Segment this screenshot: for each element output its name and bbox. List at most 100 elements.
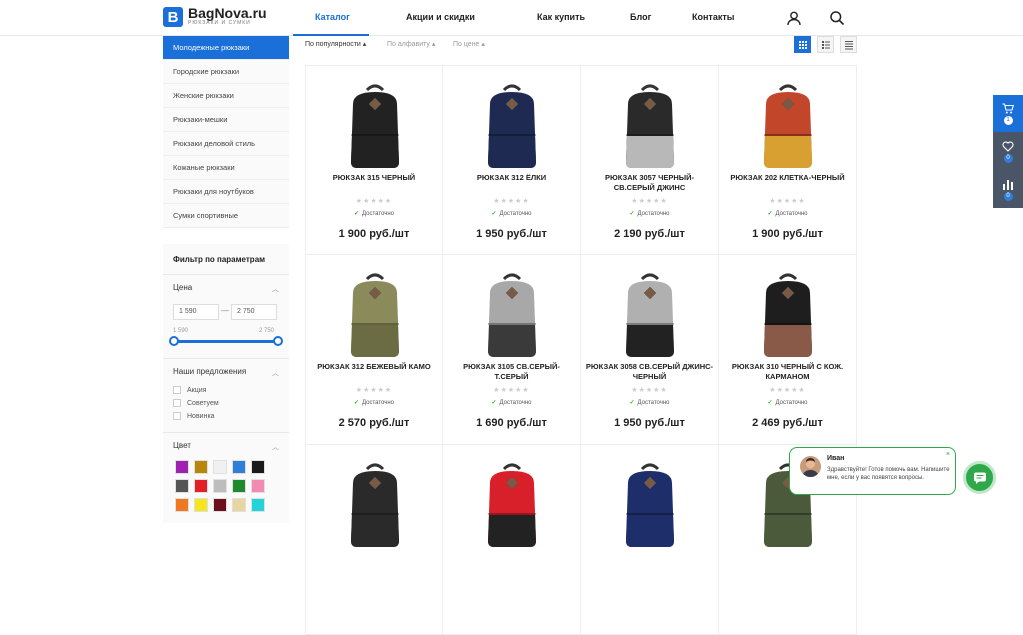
color-swatch[interactable] [194, 460, 208, 474]
logo[interactable]: B BagNova.ru РЮКЗАКИ И СУМКИ [163, 6, 267, 27]
product-image-wrap[interactable] [345, 271, 405, 364]
offer-checkbox-recommended[interactable]: Советуем [173, 399, 219, 407]
product-image [488, 463, 536, 547]
category-item[interactable]: Молодежные рюкзаки [163, 36, 289, 60]
product-image-wrap[interactable] [345, 461, 405, 554]
wishlist-button[interactable]: 0 [993, 133, 1023, 170]
product-card[interactable]: Рюкзак 3105 св.серый-т.серый ★★★★★ ✓ Дост… [443, 255, 581, 445]
color-swatch[interactable] [213, 498, 227, 512]
price-slider-track[interactable] [173, 340, 279, 343]
product-image-wrap[interactable] [345, 82, 405, 175]
product-image-wrap[interactable] [758, 271, 818, 364]
nav-catalog[interactable]: Каталог [315, 12, 350, 22]
sort-by-alphabet[interactable]: По алфавиту ▴ [387, 40, 435, 48]
product-image-wrap[interactable] [482, 461, 542, 554]
nav-promotions[interactable]: Акции и скидки [406, 12, 475, 22]
list-view-button[interactable] [817, 36, 834, 53]
category-item[interactable]: Кожаные рюкзаки [163, 156, 289, 180]
product-image-wrap[interactable] [758, 82, 818, 175]
product-price: 2 190 руб./шт [614, 228, 685, 240]
color-swatch[interactable] [251, 460, 265, 474]
product-card[interactable]: Рюкзак 3058 св.серый джинс-черный ★★★★★ … [581, 255, 719, 445]
product-image-wrap[interactable] [482, 271, 542, 364]
product-name[interactable]: Рюкзак 3058 св.серый джинс-черный [585, 362, 714, 382]
color-swatch[interactable] [251, 479, 265, 493]
grid-view-button[interactable] [794, 36, 811, 53]
product-price: 1 950 руб./шт [614, 417, 685, 429]
price-slider-max-handle[interactable] [273, 336, 283, 346]
search-icon[interactable] [829, 10, 845, 26]
chevron-up-icon[interactable]: ︿ [272, 368, 279, 378]
check-icon: ✓ [629, 211, 635, 217]
product-image-wrap[interactable] [620, 271, 680, 364]
compact-view-button[interactable] [840, 36, 857, 53]
color-swatch[interactable] [194, 498, 208, 512]
chevron-up-icon[interactable]: ︿ [272, 284, 279, 294]
user-icon[interactable] [786, 10, 802, 26]
offer-checkbox-sale[interactable]: Акция [173, 386, 206, 394]
chevron-up-icon[interactable]: ︿ [272, 442, 279, 452]
rating-stars: ★★★★★ [493, 198, 530, 205]
category-item[interactable]: Рюкзаки деловой стиль [163, 132, 289, 156]
product-card[interactable]: Рюкзак 312 бежевый камо ★★★★★ ✓ Достаточн… [305, 255, 443, 445]
nav-how-to-buy[interactable]: Как купить [537, 12, 585, 22]
category-item[interactable]: Рюкзаки-мешки [163, 108, 289, 132]
color-swatch[interactable] [175, 479, 189, 493]
product-name[interactable]: Рюкзак 310 черный с кож. карманом [723, 362, 852, 382]
cart-button[interactable]: 1 [993, 95, 1023, 132]
product-name[interactable]: Рюкзак 3057 черный-св.серый джинс [585, 173, 714, 193]
product-card[interactable]: Рюкзак 3057 черный-св.серый джинс ★★★★★ … [581, 65, 719, 255]
product-image-wrap[interactable] [620, 82, 680, 175]
color-swatch[interactable] [175, 460, 189, 474]
color-swatch[interactable] [232, 460, 246, 474]
color-swatch[interactable] [194, 479, 208, 493]
product-name[interactable]: Рюкзак 3105 св.серый-т.серый [447, 362, 576, 382]
color-swatch[interactable] [175, 498, 189, 512]
color-swatch[interactable] [213, 479, 227, 493]
product-image-wrap[interactable] [482, 82, 542, 175]
product-image [626, 463, 674, 547]
color-swatch[interactable] [251, 498, 265, 512]
product-card[interactable]: Рюкзак 310 черный с кож. карманом ★★★★★ … [719, 255, 857, 445]
sort-by-price[interactable]: По цене ▴ [453, 40, 485, 48]
compare-button[interactable]: 0 [993, 171, 1023, 208]
category-item[interactable]: Женские рюкзаки [163, 84, 289, 108]
price-max-input[interactable]: 2 750 [231, 304, 277, 320]
color-swatch[interactable] [232, 498, 246, 512]
product-card[interactable]: Рюкзак 312 Ёлки ★★★★★ ✓ Достаточно 1 950 … [443, 65, 581, 255]
chat-open-button[interactable] [963, 461, 996, 494]
product-card[interactable]: Рюкзак 315 черный ★★★★★ ✓ Достаточно 1 90… [305, 65, 443, 255]
nav-contacts[interactable]: Контакты [692, 12, 734, 22]
product-card[interactable]: Рюкзак 202 клетка-черный ★★★★★ ✓ Достаточ… [719, 65, 857, 255]
check-icon: ✓ [491, 400, 497, 406]
product-card[interactable] [443, 445, 581, 635]
sort-by-popularity[interactable]: По популярности ▴ [305, 40, 366, 48]
product-name[interactable]: Рюкзак 312 Ёлки [447, 173, 576, 183]
product-image-wrap[interactable] [620, 461, 680, 554]
category-item[interactable]: Сумки спортивные [163, 204, 289, 228]
product-name[interactable]: Рюкзак 202 клетка-черный [723, 173, 852, 183]
offers-section-label[interactable]: Наши предложения [173, 367, 246, 376]
product-image [488, 273, 536, 357]
chat-popup[interactable]: Иван Здравствуйте! Готов помочь вам. Нап… [789, 447, 956, 495]
price-slider-min-handle[interactable] [169, 336, 179, 346]
product-card[interactable] [581, 445, 719, 635]
compare-chart-icon [1003, 179, 1013, 190]
price-section-label[interactable]: Цена [173, 283, 192, 292]
product-price: 1 950 руб./шт [476, 228, 547, 240]
close-icon[interactable]: × [946, 451, 950, 458]
color-section-label[interactable]: Цвет [173, 441, 191, 450]
nav-blog[interactable]: Блог [630, 12, 651, 22]
offer-checkbox-new[interactable]: Новинка [173, 412, 215, 420]
price-min-input[interactable]: 1 590 [173, 304, 219, 320]
category-item[interactable]: Городские рюкзаки [163, 60, 289, 84]
product-card[interactable] [305, 445, 443, 635]
color-swatch[interactable] [213, 460, 227, 474]
rating-stars: ★★★★★ [493, 387, 530, 394]
check-icon: ✓ [353, 400, 359, 406]
color-swatch[interactable] [232, 479, 246, 493]
availability: ✓ Достаточно [629, 400, 670, 406]
category-item[interactable]: Рюкзаки для ноутбуков [163, 180, 289, 204]
product-name[interactable]: Рюкзак 312 бежевый камо [310, 362, 438, 372]
product-name[interactable]: Рюкзак 315 черный [310, 173, 438, 183]
